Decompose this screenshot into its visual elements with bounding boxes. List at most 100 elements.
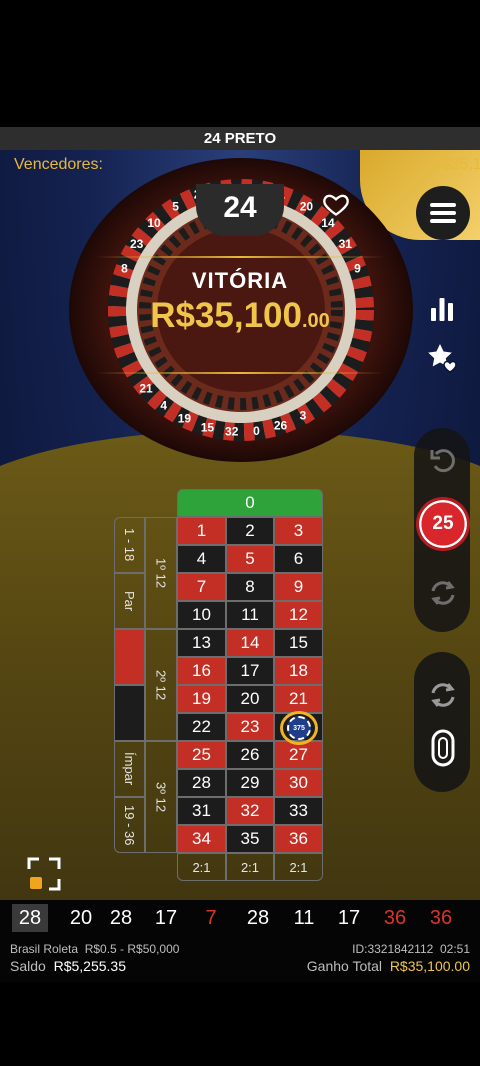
wheel-number: 21	[139, 381, 153, 395]
even-bet[interactable]: Par	[114, 573, 145, 629]
number-cell-18[interactable]: 18	[274, 657, 323, 685]
fullscreen-button[interactable]	[27, 857, 61, 891]
odd-bet[interactable]: Ímpar	[114, 741, 145, 797]
extra-controls-panel	[414, 652, 470, 792]
roulette-app: 24 PRETO 82310524163312014319 2141915320…	[0, 0, 480, 1066]
number-cell-20[interactable]: 20	[226, 685, 274, 713]
last-result-bar: 24 PRETO	[0, 127, 480, 150]
number-cell-19[interactable]: 19	[177, 685, 226, 713]
win-amount: R$35,100.00	[96, 296, 384, 336]
number-cell-6[interactable]: 6	[274, 545, 323, 573]
number-cell-21[interactable]: 21	[274, 685, 323, 713]
number-cell-33[interactable]: 33	[274, 797, 323, 825]
balance-value: R$5,255.35	[53, 958, 126, 974]
number-cell-34[interactable]: 34	[177, 825, 226, 853]
hamburger-icon	[430, 203, 456, 223]
number-cell-36[interactable]: 36	[274, 825, 323, 853]
dozen-3-bet[interactable]: 3º 12	[145, 741, 177, 853]
number-cell-13[interactable]: 13	[177, 629, 226, 657]
wheel-number: 10	[147, 216, 161, 230]
black-bet[interactable]	[114, 685, 145, 741]
placed-chip[interactable]: 375	[287, 716, 311, 740]
repeat-bet-button[interactable]	[424, 574, 462, 612]
undo-button[interactable]	[424, 442, 462, 480]
dozen-1-bet[interactable]: 1º 12	[145, 517, 177, 629]
statistics-button[interactable]	[420, 288, 464, 328]
dozen-2-bet[interactable]: 2º 12	[145, 629, 177, 741]
number-cell-11[interactable]: 11	[226, 601, 274, 629]
autoplay-button[interactable]	[424, 676, 462, 714]
number-cell-4[interactable]: 4	[177, 545, 226, 573]
placed-chip-highlight: 375	[280, 711, 318, 745]
number-cell-23[interactable]: 23	[226, 713, 274, 741]
number-cell-26[interactable]: 26	[226, 741, 274, 769]
high-label: 19 - 36	[122, 804, 137, 846]
wheel-number: 32	[225, 425, 239, 439]
chip-selector[interactable]: 25	[416, 497, 470, 551]
number-cell-28[interactable]: 28	[177, 769, 226, 797]
heart-icon[interactable]	[322, 190, 350, 218]
number-cell-16[interactable]: 16	[177, 657, 226, 685]
wheel-number: 4	[160, 398, 167, 412]
column-3-bet[interactable]: 2:1	[274, 853, 323, 881]
history-item: 11	[293, 907, 315, 929]
number-cell-9[interactable]: 9	[274, 573, 323, 601]
number-cell-7[interactable]: 7	[177, 573, 226, 601]
low-1-18-bet[interactable]: 1 - 18	[114, 517, 145, 573]
bar-chart-icon	[431, 298, 453, 321]
history-item: 17	[337, 907, 361, 929]
history-item: 17	[154, 907, 178, 929]
red-bet[interactable]	[114, 629, 145, 685]
racetrack-button[interactable]	[426, 726, 460, 770]
number-cell-2[interactable]: 2	[226, 517, 274, 545]
dozen-1-label: 1º 12	[153, 557, 169, 589]
wheel-number: 23	[130, 237, 144, 251]
history-item: 28	[12, 904, 48, 932]
number-cell-8[interactable]: 8	[226, 573, 274, 601]
history-item: 36	[429, 907, 453, 929]
win-title: VITÓRIA	[191, 268, 289, 293]
number-cell-35[interactable]: 35	[226, 825, 274, 853]
footer-info: Brasil Roleta R$0.5 - R$50,000 ID:332184…	[0, 936, 480, 982]
number-cell-27[interactable]: 27	[274, 741, 323, 769]
column-2-bet[interactable]: 2:1	[226, 853, 274, 881]
number-cell-14[interactable]: 14	[226, 629, 274, 657]
number-cell-1[interactable]: 1	[177, 517, 226, 545]
win-banner-top-line	[96, 256, 384, 258]
number-cell-29[interactable]: 29	[226, 769, 274, 797]
column-1-bet[interactable]: 2:1	[177, 853, 226, 881]
wheel-number: 3	[300, 409, 307, 423]
number-cell-12[interactable]: 12	[274, 601, 323, 629]
zero-cell[interactable]: 0	[177, 489, 323, 517]
wheel-number: 0	[253, 424, 260, 438]
number-cell-25[interactable]: 25	[177, 741, 226, 769]
wheel-number: 26	[274, 419, 288, 433]
number-cell-31[interactable]: 31	[177, 797, 226, 825]
fullscreen-icon	[27, 857, 61, 891]
clock: 02:51	[439, 942, 470, 956]
history-item: 7	[205, 907, 217, 929]
menu-button[interactable]	[416, 186, 470, 240]
number-cell-30[interactable]: 30	[274, 769, 323, 797]
number-cell-5[interactable]: 5	[226, 545, 274, 573]
number-cell-22[interactable]: 22	[177, 713, 226, 741]
round-info: ID:3321842112 02:51	[352, 942, 470, 956]
number-cell-32[interactable]: 32	[226, 797, 274, 825]
even-label: Par	[122, 590, 137, 612]
racetrack-icon	[431, 729, 455, 767]
number-cell-3[interactable]: 3	[274, 517, 323, 545]
history-item: 28	[109, 907, 133, 929]
history-item: 28	[246, 907, 270, 929]
result-history: 28 20 28 17 7 28 11 17 36 36	[0, 900, 480, 936]
total-win: Ganho Total R$35,100.00	[307, 958, 470, 974]
total-win-label: Ganho Total	[306, 958, 383, 974]
history-item: 36	[383, 907, 407, 929]
dozen-3-label: 3º 12	[153, 781, 169, 813]
number-cell-15[interactable]: 15	[274, 629, 323, 657]
favorite-bets-button[interactable]	[420, 338, 464, 378]
number-cell-17[interactable]: 17	[226, 657, 274, 685]
win-banner-bottom-line	[96, 372, 384, 374]
total-win-value: R$35,100.00	[389, 958, 470, 974]
high-19-36-bet[interactable]: 19 - 36	[114, 797, 145, 853]
number-cell-10[interactable]: 10	[177, 601, 226, 629]
